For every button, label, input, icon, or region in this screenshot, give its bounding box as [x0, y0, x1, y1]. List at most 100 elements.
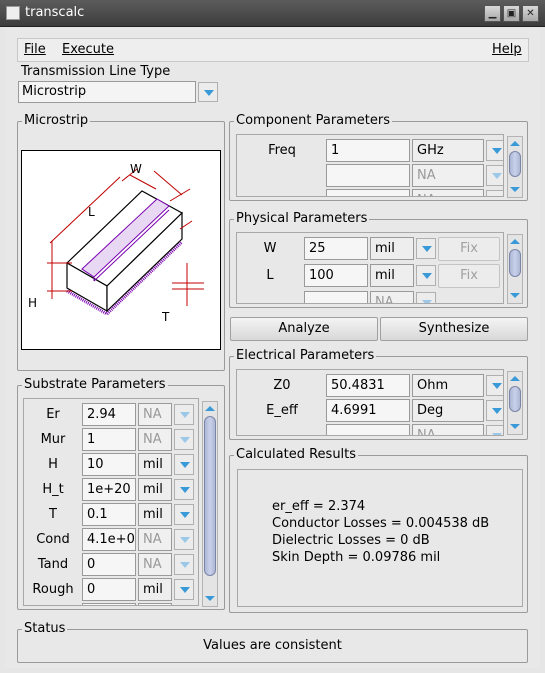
analyze-button[interactable]: Analyze	[230, 317, 378, 341]
electrical-legend: Electrical Parameters	[234, 348, 377, 364]
substrate-param-label: Cond	[36, 532, 70, 547]
electrical-panel: Z0 50.4831 Ohm E_eff 4.6991 Deg NA	[236, 369, 504, 436]
substrate-param-input[interactable]: 0.1	[82, 503, 136, 526]
electrical-row3-unit: NA	[412, 424, 484, 435]
electrical-row3-input[interactable]	[326, 424, 410, 435]
status-frame: Status Values are consistent	[17, 621, 528, 663]
component-row2-unit: NA	[412, 164, 484, 187]
substrate-unit-select: NA	[138, 403, 172, 426]
z0-unit-dropdown-icon[interactable]	[486, 375, 503, 396]
substrate-param-input[interactable]	[82, 603, 136, 605]
scroll-down-icon[interactable]	[509, 290, 521, 302]
component-scrollbar[interactable]	[507, 136, 523, 198]
w-unit-dropdown-icon[interactable]	[416, 238, 436, 259]
substrate-param-label: Mur	[40, 432, 66, 447]
e-eff-unit-select[interactable]: Deg	[412, 399, 484, 422]
menu-file[interactable]: File	[24, 42, 46, 57]
label-w: W	[130, 162, 142, 176]
l-fix-button[interactable]: Fix	[438, 264, 500, 288]
scroll-thumb[interactable]	[204, 416, 216, 576]
synthesize-button[interactable]: Synthesize	[380, 317, 528, 341]
substrate-param-label: T	[49, 507, 57, 522]
close-button[interactable]: ✕	[522, 5, 539, 22]
freq-unit-select[interactable]: GHz	[412, 139, 484, 162]
minimize-button[interactable]: ▁	[484, 5, 501, 22]
title-bar[interactable]: transcalc ▁ ▣ ✕	[0, 0, 545, 27]
substrate-unit-select: NA	[138, 528, 172, 551]
substrate-unit-select[interactable]: mil	[138, 503, 172, 526]
component-row2-input[interactable]	[326, 164, 410, 187]
physical-row3-dropdown-icon	[416, 292, 436, 303]
substrate-unit-select: NA	[138, 553, 172, 576]
diagram-legend: Microstrip	[22, 113, 91, 129]
substrate-scrollbar[interactable]	[202, 401, 218, 607]
substrate-param-input[interactable]: 2.94	[82, 403, 136, 426]
line-type-select[interactable]: Microstrip	[18, 81, 196, 103]
component-row3-input[interactable]	[326, 189, 410, 196]
microstrip-drawing: W L H T	[28, 162, 204, 324]
e-eff-unit-dropdown-icon[interactable]	[486, 400, 503, 421]
w-fix-button[interactable]: Fix	[438, 237, 500, 261]
scroll-up-icon[interactable]	[509, 373, 521, 385]
menu-execute[interactable]: Execute	[62, 42, 114, 57]
scroll-thumb[interactable]	[509, 151, 521, 177]
z0-unit-select[interactable]: Ohm	[412, 374, 484, 397]
maximize-button[interactable]: ▣	[503, 5, 520, 22]
substrate-param-label: Tand	[37, 557, 69, 572]
substrate-unit-dropdown-icon[interactable]	[174, 579, 194, 600]
scroll-up-icon[interactable]	[509, 236, 521, 248]
scroll-thumb[interactable]	[509, 386, 521, 412]
substrate-param-input[interactable]: 1e+20	[82, 478, 136, 501]
label-l: L	[88, 205, 95, 219]
substrate-param-input[interactable]: 10	[82, 453, 136, 476]
z0-input[interactable]: 50.4831	[326, 374, 410, 397]
scroll-down-icon[interactable]	[509, 184, 521, 196]
substrate-unit-dropdown-icon[interactable]	[174, 479, 194, 500]
scroll-down-icon[interactable]	[509, 421, 521, 433]
substrate-unit-select[interactable]: mil	[138, 478, 172, 501]
substrate-unit-dropdown-icon[interactable]	[174, 504, 194, 525]
line-type-dropdown-icon[interactable]	[198, 82, 218, 102]
substrate-param-label: Rough	[32, 582, 74, 597]
component-row2-dropdown-icon	[486, 165, 503, 186]
l-unit-select[interactable]: mil	[370, 264, 414, 287]
w-unit-select[interactable]: mil	[370, 237, 414, 260]
l-label: L	[266, 268, 274, 283]
l-input[interactable]: 100	[304, 264, 368, 287]
substrate-param-input[interactable]: 0	[82, 578, 136, 601]
label-h: H	[28, 296, 37, 310]
app-icon	[6, 6, 20, 20]
substrate-unit-dropdown-icon[interactable]	[174, 454, 194, 475]
component-frame: Component Parameters Freq 1 GHz NA NA	[229, 113, 528, 201]
freq-unit-dropdown-icon[interactable]	[486, 140, 503, 161]
substrate-unit-select[interactable]: mil	[138, 453, 172, 476]
substrate-unit-select: NA	[138, 428, 172, 451]
freq-label: Freq	[268, 143, 296, 158]
scroll-thumb[interactable]	[509, 249, 521, 277]
substrate-param-input[interactable]: 0	[82, 553, 136, 576]
w-label: W	[263, 241, 277, 256]
microstrip-diagram: W L H T	[21, 150, 221, 350]
substrate-unit-select	[138, 603, 172, 605]
scroll-down-icon[interactable]	[204, 593, 216, 605]
substrate-unit-select[interactable]: mil	[138, 578, 172, 601]
substrate-unit-dropdown-icon	[174, 404, 194, 425]
results-legend: Calculated Results	[234, 447, 359, 463]
freq-input[interactable]: 1	[326, 139, 410, 162]
scroll-up-icon[interactable]	[204, 403, 216, 415]
electrical-scrollbar[interactable]	[507, 371, 523, 435]
physical-row3-input[interactable]	[304, 291, 368, 303]
menu-help[interactable]: Help	[492, 42, 522, 57]
substrate-legend: Substrate Parameters	[22, 377, 168, 393]
component-legend: Component Parameters	[234, 113, 393, 129]
e-eff-input[interactable]: 4.6991	[326, 399, 410, 422]
l-unit-dropdown-icon[interactable]	[416, 265, 436, 286]
w-input[interactable]: 25	[304, 237, 368, 260]
result-line: Conductor Losses = 0.004538 dB	[272, 516, 490, 531]
substrate-param-input[interactable]: 4.1e+07	[82, 528, 136, 551]
substrate-param-input[interactable]: 1	[82, 428, 136, 451]
physical-legend: Physical Parameters	[234, 211, 370, 227]
scroll-up-icon[interactable]	[509, 138, 521, 150]
result-line: Dielectric Losses = 0 dB	[272, 533, 430, 548]
physical-scrollbar[interactable]	[507, 234, 523, 304]
